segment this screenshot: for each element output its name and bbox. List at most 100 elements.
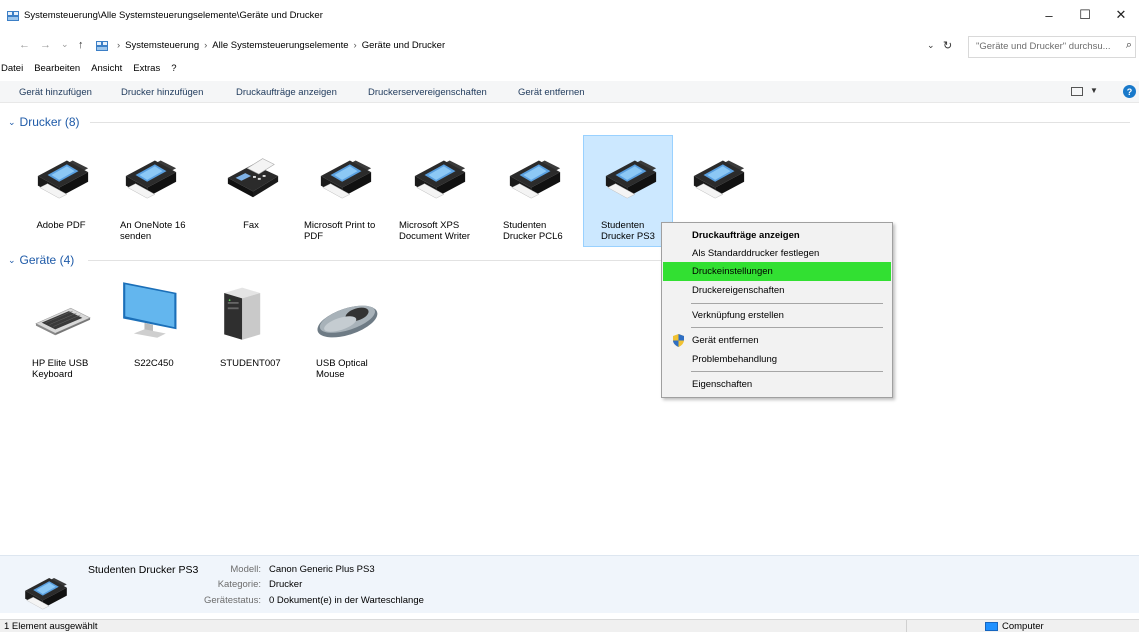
device-tile-monitor[interactable]: S22C450 — [110, 274, 200, 386]
printer-icon — [25, 577, 68, 610]
printer-tile-studenten-ps3[interactable]: Studenten Drucker PS3 — [583, 135, 673, 247]
menu-ansicht[interactable]: Ansicht — [85, 63, 127, 79]
status-divider — [906, 620, 907, 632]
add-printer-button[interactable]: Drucker hinzufügen — [121, 87, 203, 98]
printer-icon — [414, 160, 466, 199]
group-title-printers: Drucker (8) — [19, 115, 80, 129]
device-tile-mouse[interactable]: USB Optical Mouse — [299, 274, 389, 386]
details-category-key: Kategorie: — [217, 579, 261, 590]
printer-tile-ms-xps[interactable]: Microsoft XPS Document Writer — [393, 136, 483, 248]
ctx-set-default-printer[interactable]: Als Standarddrucker festlegen — [663, 244, 891, 263]
device-tile-computer[interactable]: STUDENT007 — [199, 274, 289, 386]
breadcrumb: › Systemsteuerung › Alle Systemsteuerungsel… — [112, 40, 445, 51]
printer-icon — [37, 160, 89, 199]
ctx-printing-preferences[interactable]: Druckeinstellungen — [663, 262, 891, 281]
tile-label: HP Elite USB Keyboard — [32, 358, 89, 380]
menu-datei[interactable]: Datei — [0, 63, 28, 79]
tile-label: Fax — [243, 220, 259, 231]
tile-label: S22C450 — [134, 358, 174, 369]
forward-button[interactable]: → — [40, 39, 51, 51]
tile-label: STUDENT007 — [220, 358, 281, 369]
command-bar: Gerät hinzufügen Drucker hinzufügen Druc… — [0, 81, 1139, 103]
tile-label: USB Optical Mouse — [316, 358, 368, 380]
add-device-button[interactable]: Gerät hinzufügen — [19, 87, 92, 98]
breadcrumb-item-alle-elemente[interactable]: Alle Systemsteuerungselemente — [212, 40, 348, 51]
show-print-jobs-button[interactable]: Druckaufträge anzeigen — [236, 87, 337, 98]
control-panel-icon — [7, 11, 19, 21]
minimize-button[interactable]: – — [1031, 0, 1067, 30]
back-button[interactable]: ← — [19, 39, 30, 51]
computer-icon — [985, 622, 998, 631]
printer-tile-onenote[interactable]: An OneNote 16 senden — [104, 136, 194, 248]
details-category-value: Drucker — [269, 579, 303, 590]
status-selection-count: 1 Element ausgewählt — [4, 621, 98, 632]
menu-extras[interactable]: Extras — [127, 63, 165, 79]
ctx-create-shortcut[interactable]: Verknüpfung erstellen — [663, 306, 891, 325]
printer-icon — [509, 160, 561, 199]
keyboard-icon — [35, 307, 91, 336]
tile-label: An OneNote 16 senden — [120, 220, 186, 242]
chevron-down-icon[interactable]: ⌄ — [8, 255, 16, 266]
details-status-key: Gerätestatus: — [203, 595, 261, 606]
details-model-key: Modell: — [230, 564, 261, 575]
printer-tile-studenten-pcl6[interactable]: Studenten Drucker PCL6 — [488, 136, 578, 248]
printer-tile-ms-print-to-pdf[interactable]: Microsoft Print to PDF — [299, 136, 389, 248]
help-icon[interactable]: ? — [1123, 85, 1136, 98]
group-header-devices[interactable]: ⌄ Geräte (4) — [8, 252, 74, 268]
menu-separator — [691, 327, 883, 328]
print-server-properties-button[interactable]: Druckerservereigenschaften — [368, 87, 487, 98]
printer-tile-fax[interactable]: Fax — [206, 136, 296, 248]
menu-bearbeiten[interactable]: Bearbeiten — [28, 63, 85, 79]
printer-icon — [605, 160, 657, 199]
group-title-devices: Geräte (4) — [19, 253, 75, 267]
group-divider — [88, 260, 661, 261]
group-divider — [90, 122, 1130, 123]
remove-device-button[interactable]: Gerät entfernen — [518, 87, 585, 98]
ctx-show-print-jobs[interactable]: Druckaufträge anzeigen — [663, 226, 891, 245]
ctx-properties[interactable]: Eigenschaften — [663, 375, 891, 394]
breadcrumb-item-geraete-drucker[interactable]: Geräte und Drucker — [362, 40, 445, 51]
tile-label: Adobe PDF — [36, 220, 86, 231]
details-model-value: Canon Generic Plus PS3 — [269, 564, 375, 575]
ctx-remove-device-label: Gerät entfernen — [692, 335, 759, 346]
search-input[interactable]: "Geräte und Drucker" durchsu... ⌕ — [968, 36, 1136, 58]
shield-icon — [673, 334, 684, 347]
mouse-icon — [317, 305, 378, 338]
fax-icon — [227, 158, 279, 198]
monitor-icon — [123, 282, 177, 338]
menu-help[interactable]: ? — [165, 63, 181, 79]
device-tile-keyboard[interactable]: HP Elite USB Keyboard — [16, 274, 106, 386]
view-dropdown-icon[interactable]: ▼ — [1090, 86, 1098, 95]
control-panel-icon — [96, 41, 108, 51]
computer-tower-icon — [224, 287, 261, 340]
details-pane: Studenten Drucker PS3 Modell: Canon Gene… — [0, 555, 1139, 613]
ctx-remove-device[interactable]: Gerät entfernen — [663, 331, 891, 350]
address-row: ← → ⌄ ↑ › Systemsteuerung › Alle Systemsteu… — [0, 36, 1139, 58]
group-header-printers[interactable]: ⌄ Drucker (8) — [8, 114, 80, 130]
ctx-printer-properties[interactable]: Druckereigenschaften — [663, 281, 891, 300]
maximize-button[interactable]: ☐ — [1067, 0, 1103, 30]
breadcrumb-separator[interactable]: › — [354, 40, 357, 51]
chevron-down-icon[interactable]: ⌄ — [8, 117, 16, 128]
breadcrumb-item-systemsteuerung[interactable]: Systemsteuerung — [125, 40, 199, 51]
address-dropdown-button[interactable]: ⌄ — [927, 40, 935, 51]
up-button[interactable]: ↑ — [78, 39, 84, 51]
printer-icon — [320, 160, 372, 199]
menu-separator — [691, 371, 883, 372]
breadcrumb-separator[interactable]: › — [204, 40, 207, 51]
recent-locations-button[interactable]: ⌄ — [61, 39, 69, 50]
printer-tile-adobe-pdf[interactable]: Adobe PDF — [16, 136, 106, 248]
status-bar: 1 Element ausgewählt Computer — [0, 619, 1139, 632]
search-icon[interactable]: ⌕ — [1126, 39, 1132, 52]
context-menu: Druckaufträge anzeigen Als Standarddruck… — [661, 222, 893, 398]
search-placeholder: "Geräte und Drucker" durchsu... — [976, 41, 1111, 52]
refresh-button[interactable]: ↻ — [943, 39, 952, 52]
window-title: Systemsteuerung\Alle Systemsteuerungsele… — [24, 10, 323, 21]
view-options-icon[interactable] — [1071, 87, 1083, 96]
ctx-troubleshoot[interactable]: Problembehandlung — [663, 350, 891, 369]
menu-separator — [691, 303, 883, 304]
close-button[interactable]: ✕ — [1103, 0, 1139, 30]
breadcrumb-separator[interactable]: › — [117, 40, 120, 51]
tile-label: Microsoft XPS Document Writer — [399, 220, 471, 242]
menu-bar: Datei Bearbeiten Ansicht Extras ? — [0, 63, 182, 79]
